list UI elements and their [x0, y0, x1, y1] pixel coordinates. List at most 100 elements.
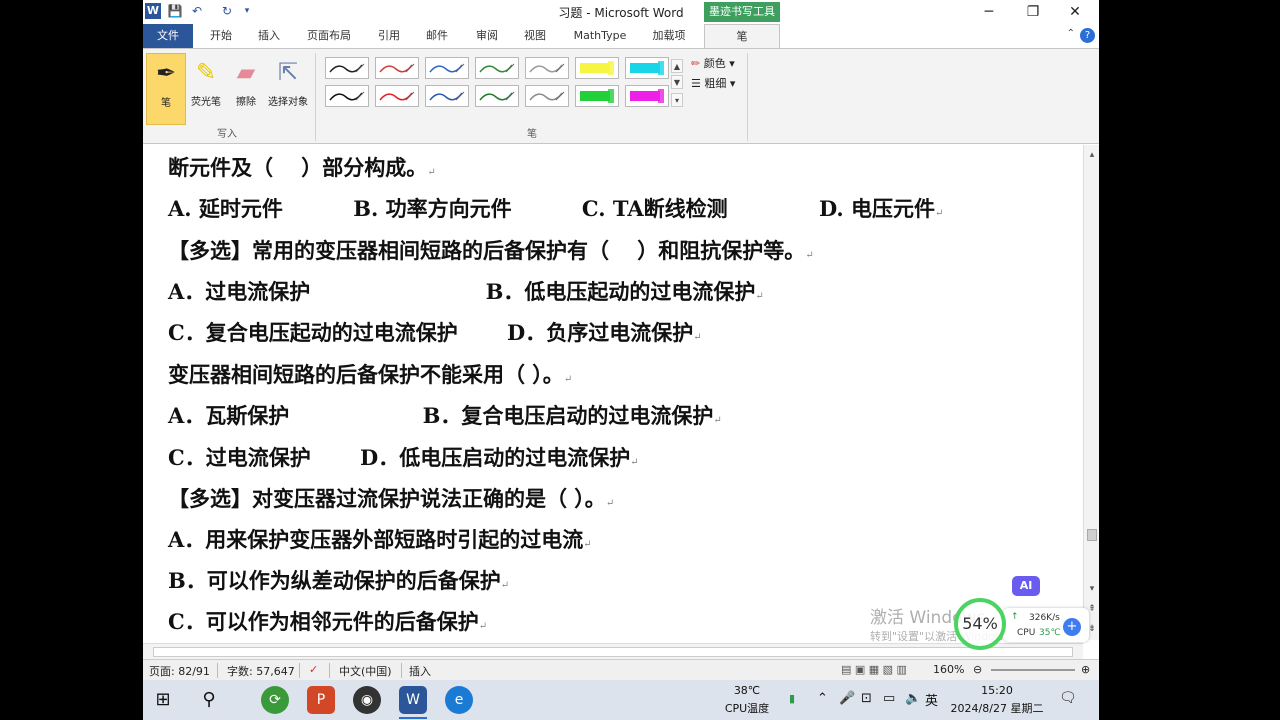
doc-line: A．过电流保护 B．低电压起动的过电流保护↵ [168, 279, 764, 304]
tab-view[interactable]: 视图 [515, 24, 555, 48]
view-mode-icons[interactable]: ▤ ▣ ▦ ▧ ▥ [841, 663, 907, 676]
cpu-label: CPU [1017, 628, 1036, 638]
pen-style-swatch[interactable] [475, 85, 519, 107]
pen-style-swatch[interactable] [325, 85, 369, 107]
tab-mathtype[interactable]: MathType [567, 24, 633, 48]
pen-style-swatch[interactable] [375, 57, 419, 79]
pen-style-swatch[interactable] [425, 57, 469, 79]
pen-style-swatch[interactable] [525, 85, 569, 107]
doc-line: A. 延时元件 B. 功率方向元件 C. TA断线检测 D. 电压元件↵ [168, 196, 944, 221]
highlighter-tool-label: 荧光笔 [191, 97, 221, 108]
zoom-level[interactable]: 160% [933, 663, 964, 676]
net-speed: 326K/s [1029, 613, 1060, 623]
vertical-scrollbar[interactable]: ▴ ▾ ⇞ ⇟ [1083, 145, 1099, 640]
tab-page-layout[interactable]: 页面布局 [301, 24, 357, 48]
battery-icon[interactable]: ▮ [789, 692, 795, 705]
restore-button[interactable]: ❐ [1011, 0, 1055, 24]
page-count[interactable]: 页面: 82/91 [149, 663, 210, 679]
windows-start-icon[interactable]: ⊞ [149, 686, 177, 714]
ai-assistant-button[interactable]: AI [1012, 576, 1040, 596]
pen-color-label: 颜色 [703, 57, 726, 70]
vertical-scroll-thumb[interactable] [1087, 529, 1097, 541]
eraser-tool-button[interactable]: ▰ 擦除 [226, 53, 266, 125]
volume-icon[interactable]: 🔈 [905, 691, 921, 706]
scroll-up-icon[interactable]: ▴ [1086, 149, 1098, 161]
word-count[interactable]: 字数: 57,647 [227, 663, 295, 679]
pen-style-swatch[interactable] [575, 85, 619, 107]
ime-indicator[interactable]: 英 [925, 690, 938, 709]
gallery-scroll-up-icon[interactable]: ▲ [671, 59, 683, 73]
highlighter-tool-button[interactable]: ✎ 荧光笔 [186, 53, 226, 125]
gallery-scroll-down-icon[interactable]: ▼ [671, 75, 683, 89]
window-title: 习题 - Microsoft Word [558, 6, 684, 20]
network-icon[interactable]: ▭ [883, 691, 895, 706]
status-separator [217, 663, 218, 678]
pen-style-swatch[interactable] [625, 85, 669, 107]
word-taskbar-icon[interactable]: W [399, 686, 427, 714]
help-icon[interactable]: ? [1080, 28, 1095, 43]
taskbar-cpu-label: CPU温度 [724, 702, 770, 715]
horizontal-scrollbar[interactable] [143, 643, 1083, 659]
tab-review[interactable]: 审阅 [467, 24, 507, 48]
doc-line: B．可以作为纵差动保护的后备保护↵ [168, 568, 510, 593]
tab-insert[interactable]: 插入 [249, 24, 289, 48]
eraser-tool-label: 擦除 [236, 97, 256, 108]
pen-style-swatch[interactable] [425, 85, 469, 107]
tab-addins[interactable]: 加载项 [643, 24, 695, 48]
pen-style-swatch[interactable] [525, 57, 569, 79]
clock-time[interactable]: 15:20 [979, 684, 1015, 697]
zoom-in-icon[interactable]: ⊕ [1081, 663, 1090, 676]
eraser-icon: ▰ [236, 58, 256, 86]
taskbar-cpu-temp: 38℃ [733, 684, 761, 697]
pen-style-swatch[interactable] [375, 85, 419, 107]
pen-style-swatch[interactable] [625, 57, 669, 79]
pen-style-swatch[interactable] [575, 57, 619, 79]
active-app-indicator [399, 717, 427, 719]
language-indicator[interactable]: 中文(中国) [339, 663, 392, 679]
horizontal-scroll-thumb[interactable] [153, 647, 1073, 657]
tray-app-icon[interactable]: ⊡ [861, 691, 872, 706]
zoom-slider[interactable] [991, 669, 1075, 671]
edge-icon[interactable]: e [445, 686, 473, 714]
tab-home[interactable]: 开始 [201, 24, 241, 48]
pen-style-swatch[interactable] [475, 57, 519, 79]
app-icon-camera[interactable]: ◉ [353, 686, 381, 714]
doc-line: 【多选】对变压器过流保护说法正确的是（ ）。↵ [168, 486, 615, 511]
doc-line: C．可以作为相邻元件的后备保护↵ [168, 609, 488, 634]
zoom-out-icon[interactable]: ⊖ [973, 663, 982, 676]
performance-ring[interactable]: 54% [954, 598, 1006, 650]
scroll-down-icon[interactable]: ▾ [1086, 583, 1098, 595]
close-button[interactable]: ✕ [1053, 0, 1097, 24]
minimize-button[interactable]: ─ [967, 0, 1011, 24]
tab-mailings[interactable]: 邮件 [417, 24, 457, 48]
insert-mode-indicator[interactable]: 插入 [409, 663, 431, 679]
search-icon[interactable]: ⚲ [195, 686, 223, 714]
collapse-ribbon-icon[interactable]: ⌃ [1067, 28, 1075, 39]
document-page[interactable]: 断元件及（ ）部分构成。↵ A. 延时元件 B. 功率方向元件 C. TA断线检… [143, 145, 1083, 640]
select-objects-label: 选择对象 [268, 97, 308, 108]
pen-thickness-dropdown[interactable]: ☰ 粗细 ▾ [691, 75, 735, 91]
microphone-icon[interactable]: 🎤 [839, 691, 855, 706]
proofing-icon[interactable]: ✓ [309, 663, 318, 676]
status-separator [401, 663, 402, 678]
ribbon-tabs: 文件 开始 插入 页面布局 引用 邮件 审阅 视图 MathType 加载项 笔… [143, 24, 1099, 49]
ink-tools-context-label: 墨迹书写工具 [704, 2, 780, 22]
pen-color-icon: ✏ [691, 57, 701, 70]
powerpoint-icon[interactable]: P [307, 686, 335, 714]
tray-expand-icon[interactable]: ⌃ [817, 691, 828, 706]
pen-style-swatch[interactable] [325, 57, 369, 79]
pen-tool-button[interactable]: ✒ 笔 [146, 53, 186, 125]
app-icon-green[interactable]: ⟳ [261, 686, 289, 714]
select-objects-button[interactable]: ⇱ 选择对象 [264, 53, 312, 125]
tab-pen[interactable]: 笔 [704, 24, 780, 49]
group-separator [747, 53, 748, 141]
notification-icon[interactable]: 🗨 [1059, 690, 1077, 706]
clock-date[interactable]: 2024/8/27 星期二 [947, 700, 1047, 716]
perf-plus-icon[interactable]: + [1063, 618, 1081, 636]
doc-line: 变压器相间短路的后备保护不能采用（ ）。↵ [168, 362, 573, 387]
taskbar: ⊞ ⚲ ⟳ P ◉ W e 38℃ CPU温度 ▮ ⌃ 🎤 ⊡ ▭ 🔈 英 15… [143, 680, 1099, 720]
tab-file[interactable]: 文件 [143, 24, 193, 48]
tab-references[interactable]: 引用 [369, 24, 409, 48]
pen-color-dropdown[interactable]: ✏ 颜色 ▾ [691, 55, 735, 71]
gallery-more-icon[interactable]: ▾ [671, 93, 683, 107]
